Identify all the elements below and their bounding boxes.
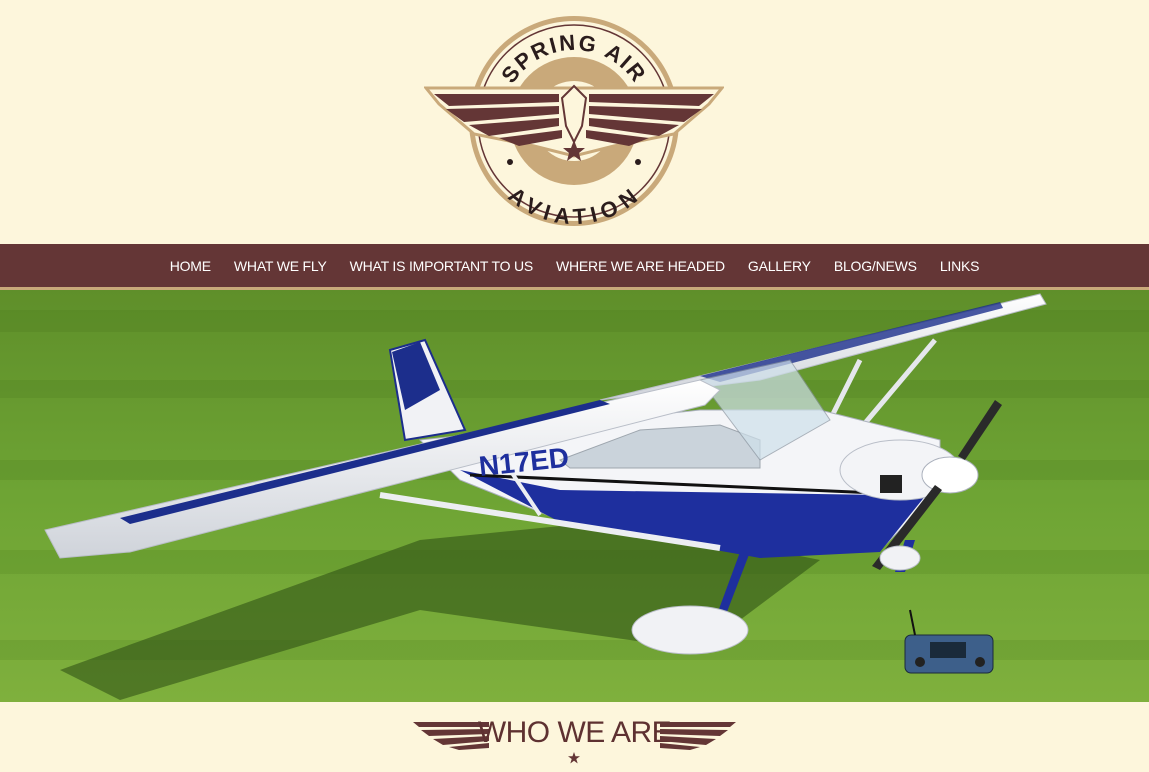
nav-what-is-important[interactable]: WHAT IS IMPORTANT TO US [350, 258, 534, 274]
nav-where-we-are-headed[interactable]: WHERE WE ARE HEADED [556, 258, 725, 274]
rc-airplane-on-grass-image: N17ED [0, 290, 1149, 702]
nav-gallery[interactable]: GALLERY [748, 258, 811, 274]
section-title: WHO WE ARE [477, 716, 672, 749]
hero-image: N17ED [0, 290, 1149, 702]
wing-right-icon [660, 722, 736, 750]
star-icon [568, 752, 580, 764]
spring-air-aviation-logo[interactable]: SPRING AIR AVIATION [424, 14, 724, 228]
who-we-are-section: WHO WE ARE [0, 702, 1149, 772]
nav-blog-news[interactable]: BLOG/NEWS [834, 258, 917, 274]
nav-what-we-fly[interactable]: WHAT WE FLY [234, 258, 327, 274]
nav-links[interactable]: LINKS [940, 258, 980, 274]
nav-home[interactable]: HOME [170, 258, 211, 274]
site-header: SPRING AIR AVIATION [0, 0, 1149, 244]
main-nav: HOME WHAT WE FLY WHAT IS IMPORTANT TO US… [0, 244, 1149, 290]
